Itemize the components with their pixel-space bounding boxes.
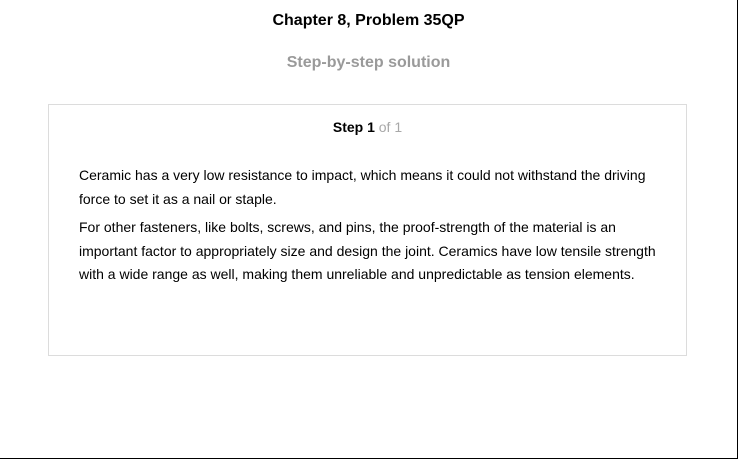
solution-subtitle: Step-by-step solution — [286, 54, 451, 71]
step-paragraph: For other fasteners, like bolts, screws,… — [79, 219, 656, 282]
step-count: of 1 — [378, 119, 403, 135]
step-card: Step 1 of 1 Ceramic has a very low resis… — [48, 104, 687, 356]
step-paragraph: Ceramic has a very low resistance to imp… — [79, 167, 646, 207]
page: Chapter 8, Problem 35QP Step-by-step sol… — [0, 0, 738, 459]
chapter-title: Chapter 8, Problem 35QP — [272, 12, 465, 29]
step-header: Step 1 of 1 — [49, 119, 686, 135]
step-label: Step 1 — [332, 119, 375, 135]
step-body: Ceramic has a very low resistance to imp… — [79, 164, 659, 292]
